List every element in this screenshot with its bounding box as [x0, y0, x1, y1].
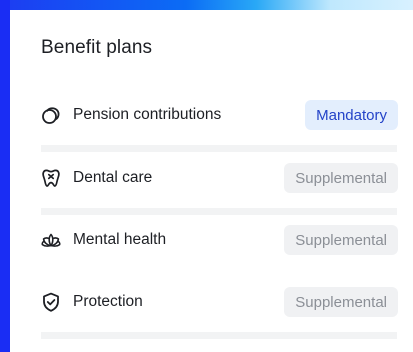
benefit-plans-card: Benefit plans Pension contributions Mand…: [10, 10, 413, 352]
lotus-icon: [40, 229, 62, 251]
status-badge-supplemental: Supplemental: [284, 225, 398, 255]
tooth-icon: [40, 167, 62, 189]
plan-row-pension[interactable]: Pension contributions Mandatory: [40, 97, 398, 133]
card-title: Benefit plans: [41, 37, 153, 58]
plan-label: Dental care: [73, 169, 153, 186]
plan-row-protection[interactable]: Protection Supplemental: [40, 284, 398, 320]
plan-row-dental[interactable]: Dental care Supplemental: [40, 160, 398, 196]
row-divider: [41, 208, 397, 215]
background-side-bar: [0, 0, 10, 352]
status-badge-mandatory: Mandatory: [305, 100, 398, 130]
plan-row-mental-health[interactable]: Mental health Supplemental: [40, 222, 398, 258]
background-gradient-bar: [0, 0, 413, 10]
plan-label: Protection: [73, 293, 143, 310]
row-divider: [41, 145, 397, 152]
plan-label: Pension contributions: [73, 106, 222, 123]
pension-icon: [40, 104, 62, 126]
row-divider: [41, 332, 397, 339]
plan-label: Mental health: [73, 231, 167, 248]
status-badge-supplemental: Supplemental: [284, 163, 398, 193]
shield-check-icon: [40, 291, 62, 313]
status-badge-supplemental: Supplemental: [284, 287, 398, 317]
